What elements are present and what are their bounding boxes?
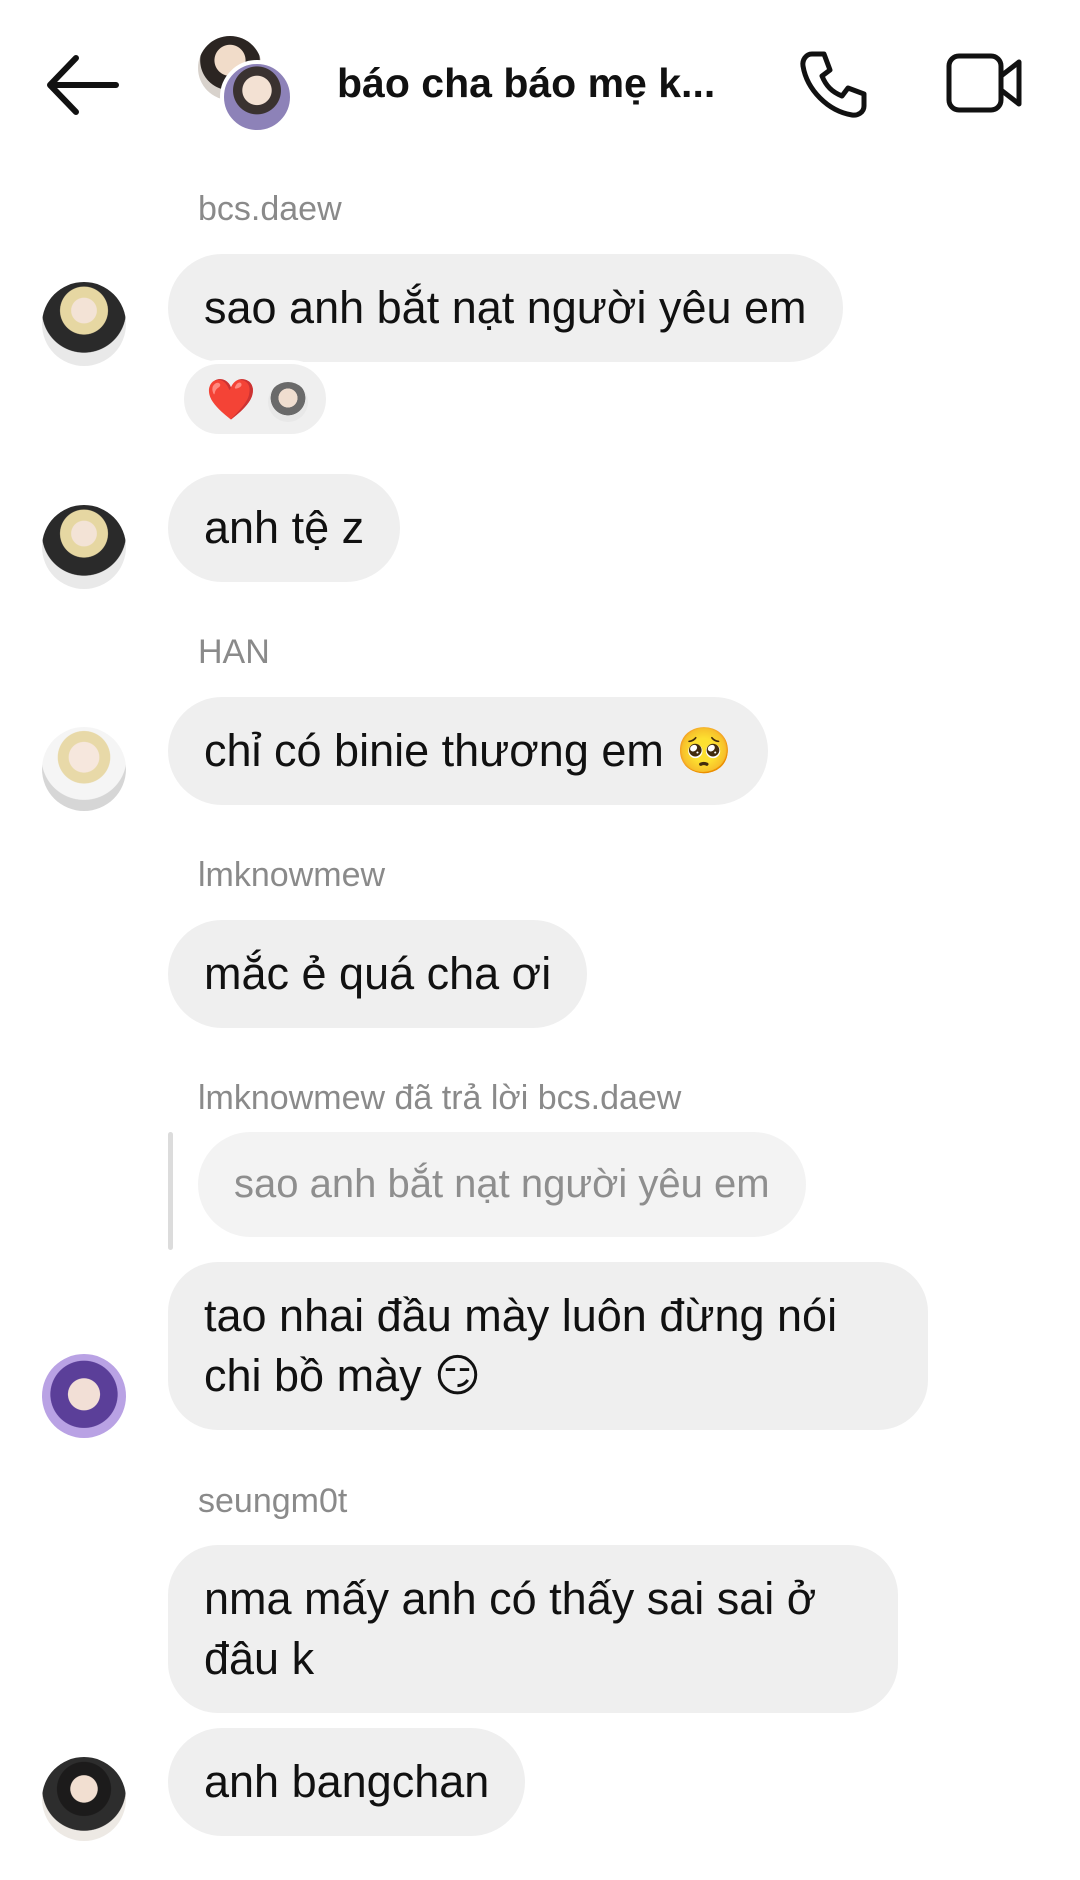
quoted-message[interactable]: sao anh bắt nạt người yêu em xyxy=(198,1132,806,1237)
message-bubble[interactable]: anh bangchan xyxy=(168,1728,526,1836)
avatar[interactable] xyxy=(42,727,126,811)
reaction-bar[interactable]: ❤️ xyxy=(180,360,330,438)
sender-name: seungm0t xyxy=(198,1482,348,1520)
avatar[interactable] xyxy=(42,1757,126,1841)
back-button[interactable] xyxy=(42,50,122,120)
conversation-title[interactable]: báo cha báo mẹ k... xyxy=(337,60,715,107)
reactor-avatar xyxy=(268,382,308,422)
heart-icon: ❤️ xyxy=(206,377,256,423)
group-avatar[interactable] xyxy=(198,36,298,136)
reply-label: lmknowmew đã trả lời bcs.daew xyxy=(198,1079,682,1117)
phone-icon xyxy=(800,51,867,118)
message-bubble[interactable]: anh tệ z xyxy=(168,474,401,582)
video-camera-icon xyxy=(946,53,1022,113)
avatar[interactable] xyxy=(42,1354,126,1438)
reply-indicator-line xyxy=(168,1132,173,1250)
arrow-left-icon xyxy=(47,55,119,115)
message-bubble[interactable]: mắc ẻ quá cha ơi xyxy=(168,920,588,1028)
message-bubble[interactable]: chỉ có binie thương em 🥺 xyxy=(168,697,769,805)
call-button[interactable] xyxy=(798,48,870,120)
chat-header: báo cha báo mẹ k... xyxy=(0,0,1080,175)
avatar[interactable] xyxy=(42,282,126,366)
message-bubble[interactable]: nma mấy anh có thấy sai sai ở đâu k xyxy=(168,1545,898,1713)
message-bubble[interactable]: sao anh bắt nạt người yêu em xyxy=(168,254,843,362)
group-avatar-member-2 xyxy=(220,60,294,134)
sender-name: HAN xyxy=(198,633,270,671)
avatar[interactable] xyxy=(42,505,126,589)
video-call-button[interactable] xyxy=(945,50,1025,116)
sender-name: lmknowmew xyxy=(198,856,386,894)
message-bubble[interactable]: tao nhai đầu mày luôn đừng nói chi bồ mà… xyxy=(168,1262,928,1430)
sender-name: bcs.daew xyxy=(198,190,342,228)
